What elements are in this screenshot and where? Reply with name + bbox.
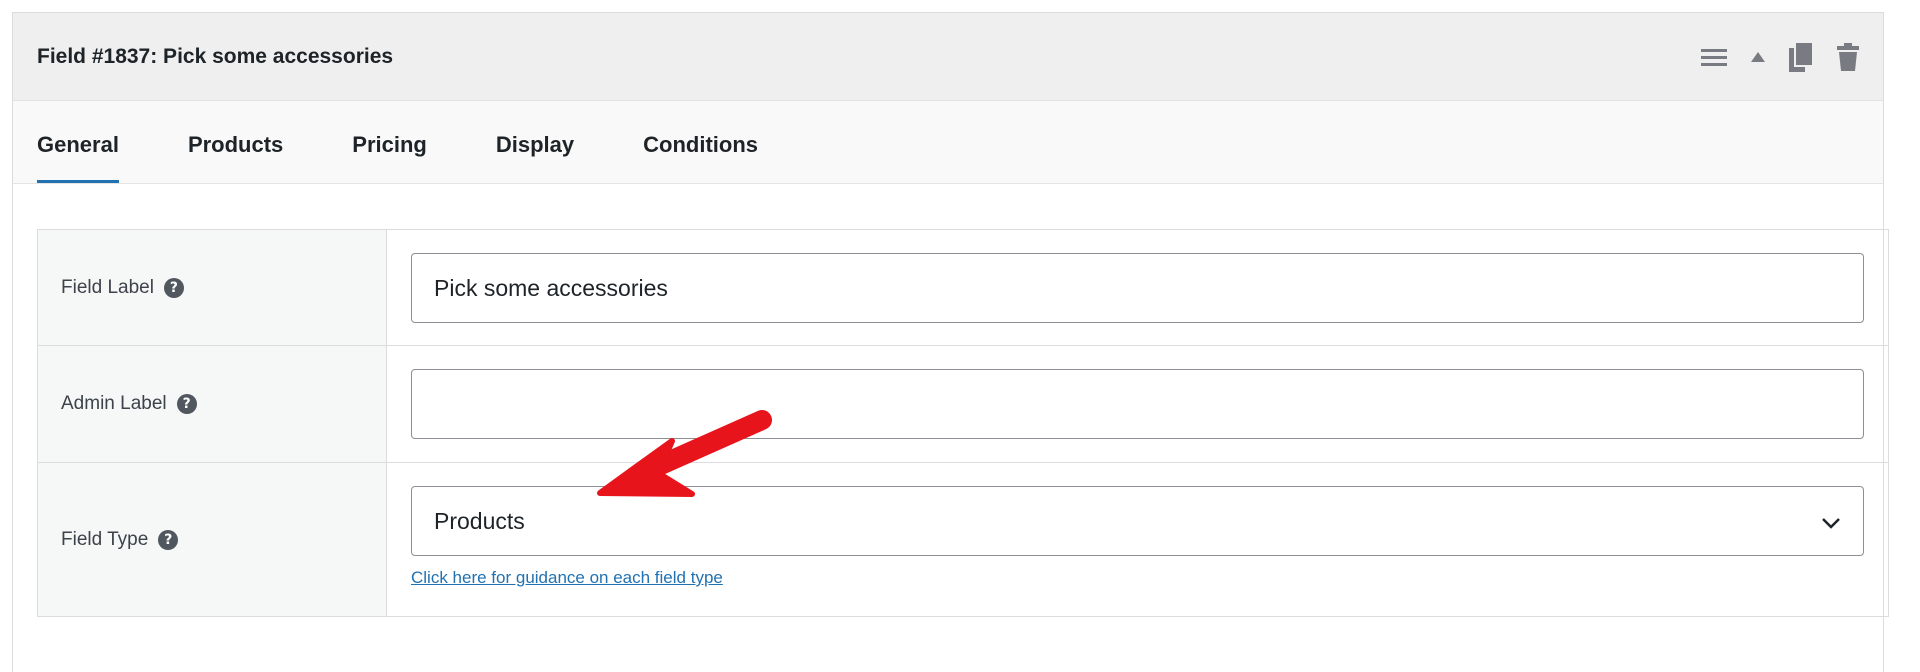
admin-label-input-cell xyxy=(387,346,1888,462)
tab-content: Field Label ? Admin Label ? Field Type xyxy=(13,184,1889,672)
trash-icon[interactable] xyxy=(1837,42,1859,71)
field-type-label: Field Type xyxy=(61,528,149,550)
field-label-cell: Field Label ? xyxy=(38,230,387,345)
field-panel: Field #1837: Pick some accessories Gener… xyxy=(12,12,1889,672)
tab-products[interactable]: Products xyxy=(188,132,283,183)
help-icon[interactable]: ? xyxy=(176,394,197,414)
field-type-selected-value: Products xyxy=(434,507,525,534)
field-type-cell: Field Type ? xyxy=(38,463,387,616)
field-type-input-cell: Products Click here for guidance on each… xyxy=(387,463,1888,616)
help-icon[interactable]: ? xyxy=(158,529,179,550)
collapse-triangle-icon[interactable] xyxy=(1751,51,1765,62)
tab-bar: General Products Pricing Display Conditi… xyxy=(13,101,1883,184)
admin-label-row: Admin Label ? xyxy=(38,346,1888,463)
chevron-down-icon xyxy=(1821,508,1841,535)
admin-label-label: Admin Label xyxy=(61,393,167,414)
tab-display[interactable]: Display xyxy=(496,132,574,183)
admin-label-cell: Admin Label ? xyxy=(38,346,387,462)
field-label-label: Field Label xyxy=(61,276,154,298)
menu-icon[interactable] xyxy=(1701,47,1727,67)
field-type-select[interactable]: Products xyxy=(411,486,1864,556)
field-label-input[interactable] xyxy=(411,253,1864,323)
tab-conditions[interactable]: Conditions xyxy=(643,132,758,183)
panel-title: Field #1837: Pick some accessories xyxy=(37,44,394,68)
field-type-row: Field Type ? Products Click here for gui… xyxy=(38,463,1888,616)
help-icon[interactable]: ? xyxy=(163,277,184,298)
tab-pricing[interactable]: Pricing xyxy=(352,132,427,183)
admin-label-input[interactable] xyxy=(411,369,1864,439)
field-type-guidance-link[interactable]: Click here for guidance on each field ty… xyxy=(411,568,723,588)
field-label-input-cell xyxy=(387,230,1888,345)
header-actions xyxy=(1701,41,1859,72)
panel-header: Field #1837: Pick some accessories xyxy=(13,13,1883,101)
duplicate-icon[interactable] xyxy=(1789,41,1813,72)
form-table: Field Label ? Admin Label ? Field Type xyxy=(37,229,1889,617)
tab-general[interactable]: General xyxy=(37,132,119,183)
field-label-row: Field Label ? xyxy=(38,230,1888,346)
